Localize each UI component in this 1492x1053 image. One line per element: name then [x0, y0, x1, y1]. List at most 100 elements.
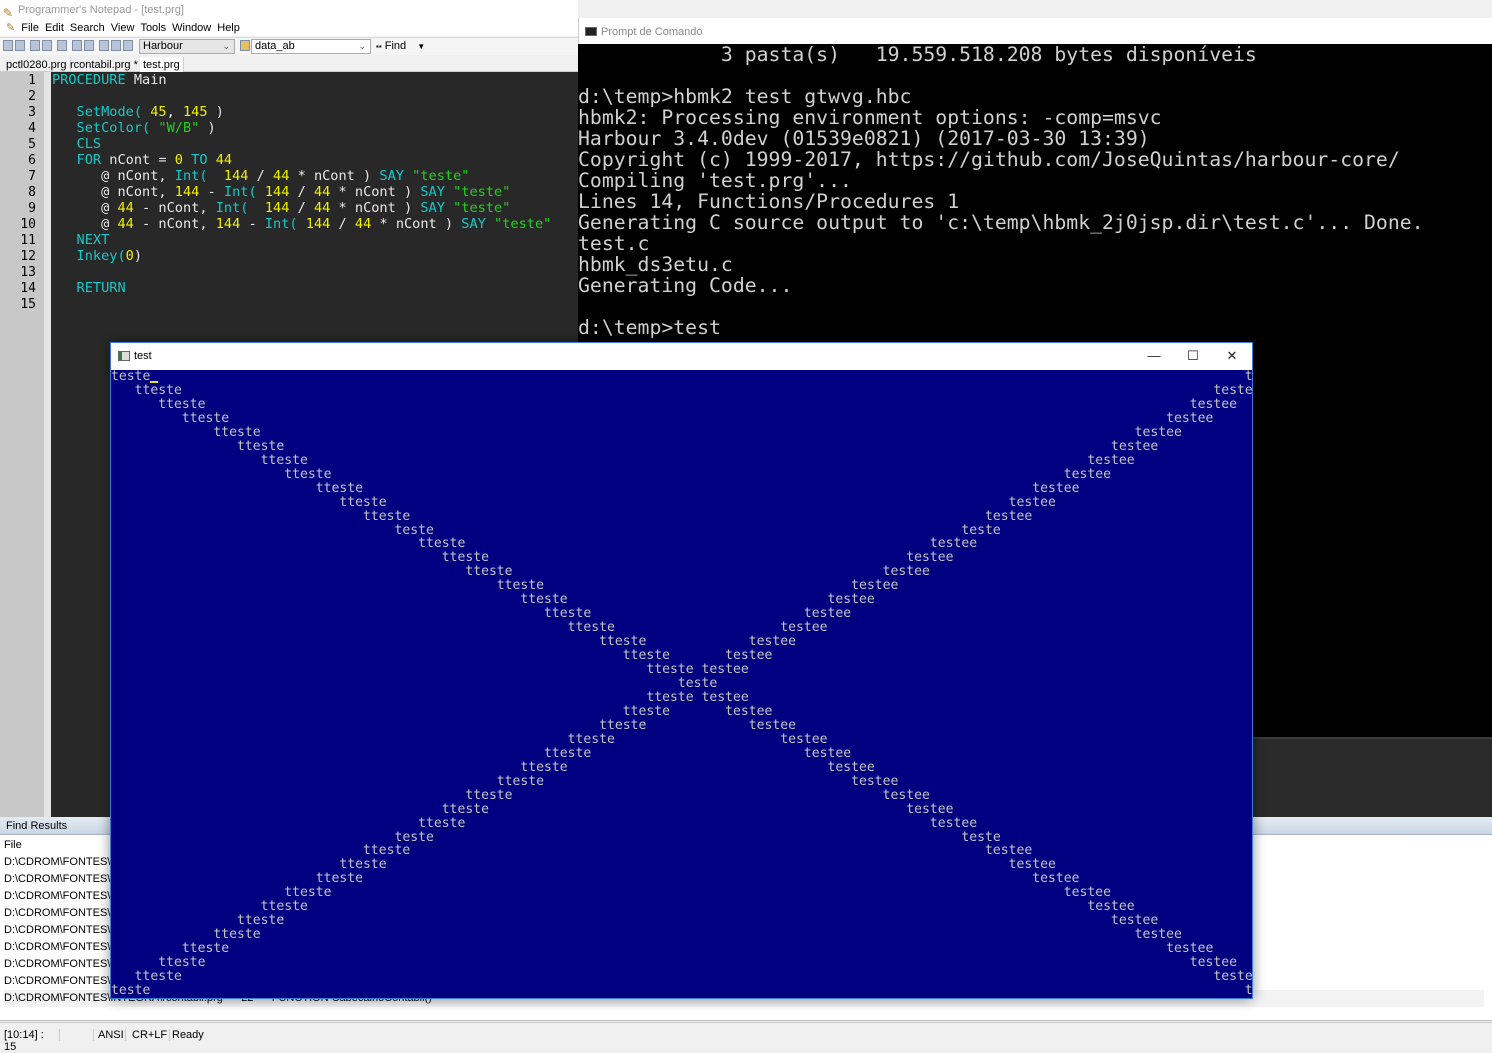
undo-icon[interactable] — [72, 40, 82, 51]
code-token: @ nCont, — [52, 184, 175, 200]
console-row: teste teste — [111, 522, 1252, 538]
dropdown-arrow-icon[interactable]: ▼ — [417, 42, 425, 51]
new-file-icon[interactable] — [3, 40, 13, 51]
console-row: teste t — [111, 983, 1252, 998]
console-row: tteste testee — [111, 703, 1252, 719]
code-token: 44 — [273, 168, 290, 184]
cmd-line: hbmk2: Processing environment options: -… — [578, 106, 1162, 129]
menu-tools[interactable]: Tools — [140, 22, 166, 34]
console-row: tteste testee — [111, 689, 1252, 705]
line-number: 15 — [20, 297, 36, 312]
line-number: 5 — [28, 137, 36, 152]
code-token: Int( — [215, 200, 249, 216]
scheme-select[interactable]: Harbour ⌄ — [139, 39, 235, 54]
code-token: 144 — [264, 200, 290, 216]
code-token: SetColor( — [52, 120, 151, 136]
code-token: 44 — [313, 184, 331, 200]
code-token: 144 — [223, 168, 249, 184]
code-token: 45 — [150, 104, 167, 120]
maximize-button[interactable]: ☐ — [1173, 343, 1213, 370]
cmd-line: Copyright (c) 1999-2017, https://github.… — [578, 148, 1400, 171]
code-token: ) — [133, 248, 143, 264]
status-position: [10:14] : 15 — [0, 1029, 60, 1053]
save-all-icon[interactable] — [42, 40, 52, 51]
find-button[interactable]: ▪▪ Find ▼ — [376, 40, 425, 52]
code-line: @ nCont, Int( 144 / 44 * nCont ) SAY "te… — [52, 168, 469, 184]
console-row: tteste testee — [111, 871, 1252, 887]
tab-rcontabil-prg-[interactable]: rcontabil.prg * — [67, 57, 142, 72]
code-token: 44 — [215, 152, 233, 168]
code-line: @ nCont, 144 - Int( 144 / 44 * nCont ) S… — [52, 184, 510, 200]
cut-icon[interactable] — [99, 40, 109, 51]
console-row: tteste testee — [111, 410, 1252, 426]
cmd-line: d:\temp>hbmk2 test gtwvg.hbc — [578, 85, 912, 108]
find-results-title: Find Results — [6, 820, 68, 832]
close-button[interactable]: ✕ — [1212, 343, 1252, 370]
console-row: tteste testee — [111, 899, 1252, 915]
test-window-title: test — [134, 350, 152, 362]
console-row: tteste testee — [111, 787, 1252, 803]
code-token: Int( — [264, 216, 298, 232]
console-row: tteste teste — [111, 382, 1252, 398]
menu-edit[interactable]: Edit — [45, 22, 64, 34]
console-screen[interactable]: teste t tteste teste tteste testee ttest… — [111, 370, 1252, 998]
find-combo-value: data_ab — [255, 40, 295, 52]
console-row: tteste testee — [111, 717, 1252, 733]
console-row: teste teste — [111, 829, 1252, 845]
code-token: SAY — [420, 200, 445, 216]
console-row: tteste testee — [111, 759, 1252, 775]
code-token: FOR — [52, 152, 102, 168]
console-row: teste t — [111, 370, 1252, 384]
code-line: @ 44 - nCont, 144 - Int( 144 / 44 * nCon… — [52, 216, 551, 232]
console-row: tteste testee — [111, 885, 1252, 901]
open-file-icon[interactable] — [15, 40, 25, 51]
code-token: "teste" — [453, 184, 511, 200]
menu-help[interactable]: Help — [217, 22, 240, 34]
save-icon[interactable] — [30, 40, 40, 51]
find-label: Find — [384, 40, 407, 52]
tab-test-prg[interactable]: test.prg — [140, 57, 184, 72]
code-token: 44 — [313, 200, 331, 216]
console-row: tteste testee — [111, 438, 1252, 454]
line-number: 6 — [28, 153, 36, 168]
cmd-title-bar: Prompt de Comando — [578, 18, 1492, 44]
code-token: 44 — [117, 200, 134, 216]
code-token: 144 — [305, 216, 331, 232]
tab-pctl0280-prg[interactable]: pctl0280.prg — [3, 57, 71, 72]
console-row: tteste testee — [111, 941, 1252, 957]
line-number: 7 — [28, 169, 36, 184]
code-token: nCont = — [101, 152, 175, 168]
binoculars-icon: ▪▪ — [376, 42, 382, 51]
copy-icon[interactable] — [111, 40, 121, 51]
console-row: tteste testee — [111, 564, 1252, 580]
status-state: Ready — [172, 1029, 204, 1041]
redo-icon[interactable] — [84, 40, 94, 51]
find-combo[interactable]: data_ab ⌄ — [251, 39, 371, 54]
line-number: 14 — [20, 281, 36, 296]
code-token: RETURN — [52, 280, 126, 296]
line-number: 4 — [28, 121, 36, 136]
menu-pencil-icon: ✎ — [6, 22, 16, 34]
menu-window[interactable]: Window — [172, 22, 211, 34]
code-token: "teste" — [494, 216, 552, 232]
menu-file[interactable]: File — [21, 22, 39, 34]
menu-view[interactable]: View — [111, 22, 135, 34]
console-row: tteste testee — [111, 955, 1252, 971]
line-number: 10 — [20, 217, 36, 232]
cmd-line: test.c — [578, 232, 650, 255]
console-row: tteste testee — [111, 508, 1252, 524]
code-line: SetMode( 45, 145 ) — [52, 104, 224, 120]
code-token: @ — [52, 216, 118, 232]
code-token: - nCont, — [133, 200, 216, 216]
console-row: tteste testee — [111, 452, 1252, 468]
scheme-value: Harbour — [143, 40, 183, 52]
paste-icon[interactable] — [123, 40, 133, 51]
code-token: - — [240, 216, 265, 232]
menu-search[interactable]: Search — [70, 22, 105, 34]
code-token: TO — [182, 152, 216, 168]
minimize-button[interactable]: — — [1134, 343, 1174, 370]
open-folder-icon[interactable] — [57, 40, 67, 51]
code-token: SAY — [420, 184, 445, 200]
code-token: * nCont ) — [330, 184, 421, 200]
code-line: CLS — [52, 136, 102, 152]
